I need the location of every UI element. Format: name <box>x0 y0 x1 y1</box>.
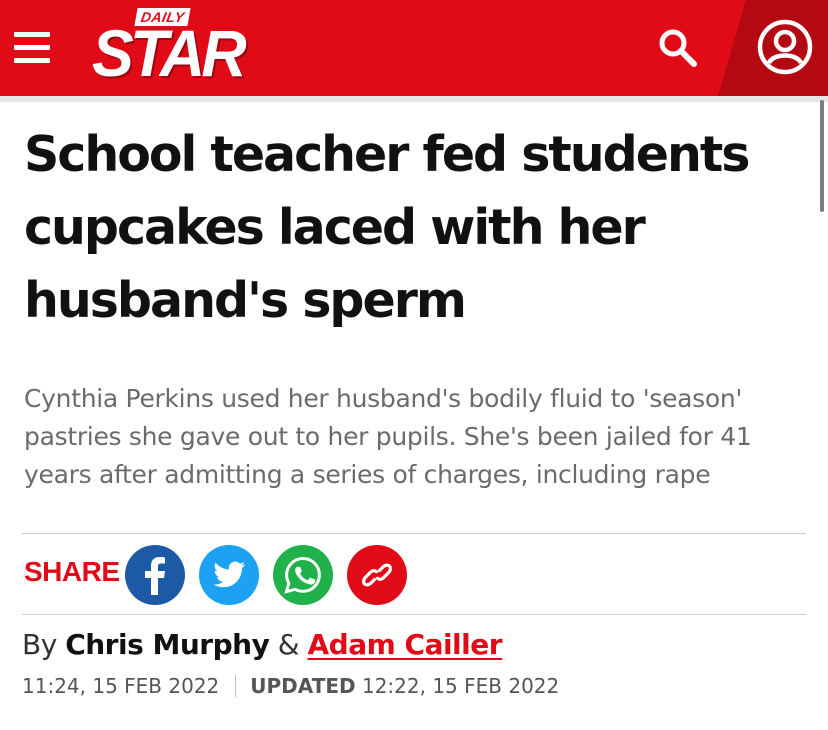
share-divider-bottom <box>22 614 806 615</box>
facebook-share-button[interactable] <box>125 545 185 605</box>
share-label: SHARE <box>24 556 120 587</box>
twitter-icon <box>199 545 259 605</box>
twitter-share-button[interactable] <box>199 545 259 605</box>
updated-label: UPDATED <box>250 674 356 698</box>
updated-time: 12:22, 15 FEB 2022 <box>361 674 560 698</box>
facebook-icon <box>125 545 185 605</box>
site-header: DAILY STAR <box>0 0 828 96</box>
header-divider <box>0 96 828 102</box>
share-divider-top <box>22 533 806 534</box>
author-link[interactable]: Adam Cailler <box>307 628 502 661</box>
site-logo[interactable]: DAILY STAR <box>92 6 247 88</box>
copy-link-share-button[interactable] <box>347 545 407 605</box>
whatsapp-share-button[interactable] <box>273 545 333 605</box>
author-name: Chris Murphy <box>65 628 270 661</box>
search-icon[interactable] <box>656 26 700 70</box>
timestamp-separator <box>235 675 237 697</box>
hamburger-menu-icon[interactable] <box>14 30 54 66</box>
article-byline: By Chris Murphy & Adam Cailler <box>22 628 503 661</box>
article-standfirst: Cynthia Perkins used her husband's bodil… <box>24 384 752 489</box>
published-time: 11:24, 15 FEB 2022 <box>22 674 220 698</box>
link-icon <box>347 545 407 605</box>
byline-joiner: & <box>277 628 300 661</box>
whatsapp-icon <box>273 545 333 605</box>
article-headline: School teacher fed students cupcakes lac… <box>24 126 750 329</box>
logo-star-text: STAR <box>92 16 247 90</box>
article-timestamps: 11:24, 15 FEB 2022 UPDATED 12:22, 15 FEB … <box>22 674 559 698</box>
user-account-icon[interactable] <box>756 18 814 76</box>
byline-prefix: By <box>22 628 57 661</box>
scrollbar-thumb[interactable] <box>820 100 824 212</box>
